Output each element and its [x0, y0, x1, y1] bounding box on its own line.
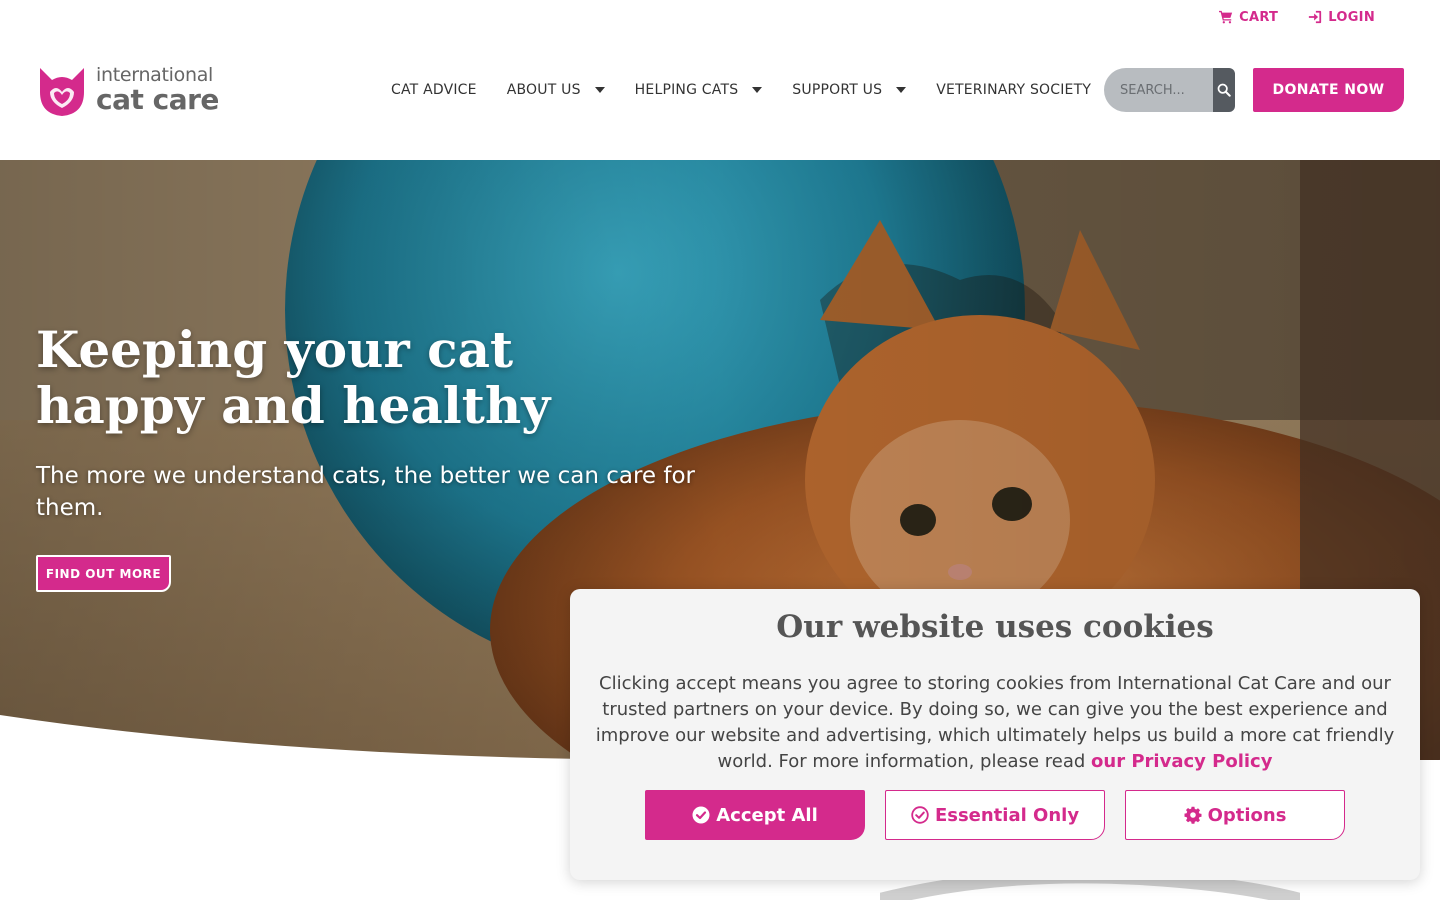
essential-only-button[interactable]: Essential Only — [885, 790, 1105, 840]
cart-label: CART — [1239, 9, 1279, 25]
logo-line-2: cat care — [96, 83, 219, 116]
nav-support-us[interactable]: SUPPORT US — [792, 82, 907, 98]
nav-cat-advice[interactable]: CAT ADVICE — [391, 82, 477, 98]
check-circle-outline-icon — [911, 806, 929, 824]
accept-all-label: Accept All — [716, 804, 818, 826]
nav-label: ABOUT US — [506, 82, 581, 98]
nav-label: HELPING CATS — [634, 82, 739, 98]
cookie-buttons: Accept All Essential Only Options — [645, 790, 1345, 840]
caret-down-icon — [896, 87, 907, 93]
main-nav: CAT ADVICE ABOUT US HELPING CATS SUPPORT… — [391, 68, 1116, 112]
options-label: Options — [1207, 804, 1287, 826]
caret-down-icon — [594, 87, 605, 93]
accept-all-button[interactable]: Accept All — [645, 790, 865, 840]
cookie-consent-dialog: Our website uses cookies Clicking accept… — [570, 589, 1420, 880]
search-icon — [1217, 83, 1231, 97]
hero-title: Keeping your cat happy and healthy — [36, 320, 551, 435]
nav-veterinary-society[interactable]: VETERINARY SOCIETY — [936, 82, 1116, 98]
essential-only-label: Essential Only — [934, 804, 1080, 826]
cart-icon — [1219, 10, 1233, 24]
login-label: LOGIN — [1328, 9, 1375, 25]
login-icon — [1309, 10, 1322, 24]
nav-label: SUPPORT US — [792, 82, 883, 98]
privacy-policy-link[interactable]: our Privacy Policy — [1091, 751, 1272, 772]
nav-helping-cats[interactable]: HELPING CATS — [635, 82, 763, 98]
nav-label: CAT ADVICE — [391, 82, 477, 98]
cookie-body: Clicking accept means you agree to stori… — [595, 673, 1395, 772]
site-logo[interactable]: international cat care — [36, 62, 219, 118]
login-link[interactable]: LOGIN — [1308, 10, 1375, 25]
hero-subtitle: The more we understand cats, the better … — [36, 463, 695, 521]
check-circle-icon — [692, 806, 710, 824]
nav-about-us[interactable]: ABOUT US — [507, 82, 605, 98]
utility-bar: CART LOGIN — [1219, 0, 1375, 34]
search-box — [1104, 68, 1235, 112]
cookie-title: Our website uses cookies — [776, 609, 1214, 645]
cat-logo-icon — [40, 68, 84, 116]
donate-button[interactable]: DONATE NOW — [1253, 68, 1404, 112]
nav-label: VETERINARY SOCIETY — [936, 82, 1092, 98]
site-header: international cat care CAT ADVICE ABOUT … — [0, 34, 1440, 160]
search-input[interactable] — [1104, 68, 1213, 112]
cart-link[interactable]: CART — [1219, 10, 1278, 25]
caret-down-icon — [752, 87, 763, 93]
gear-icon — [1184, 806, 1202, 824]
cookie-text: Clicking accept means you agree to stori… — [590, 671, 1400, 775]
find-out-more-button[interactable]: FIND OUT MORE — [36, 555, 171, 592]
options-button[interactable]: Options — [1125, 790, 1345, 840]
search-button[interactable] — [1213, 68, 1235, 112]
